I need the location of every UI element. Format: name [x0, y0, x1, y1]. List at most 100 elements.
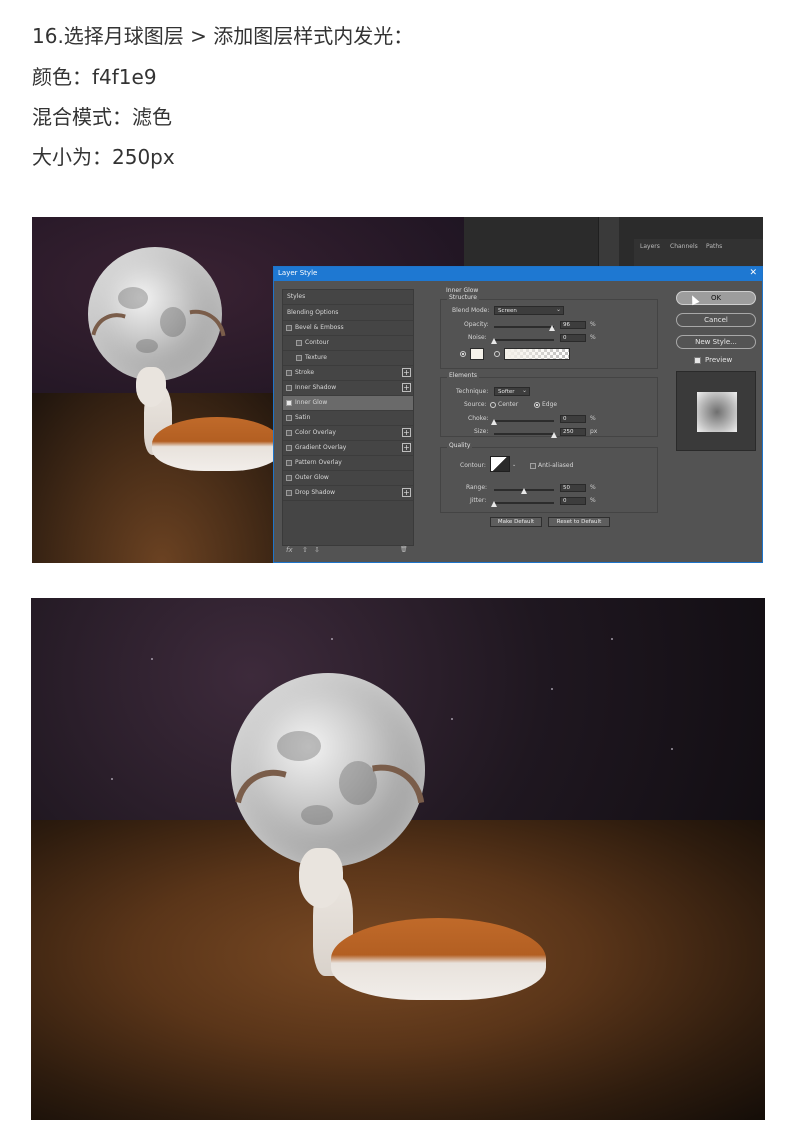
- noise-slider[interactable]: [494, 339, 554, 341]
- style-item-label: Bevel & Emboss: [295, 324, 344, 331]
- source-label: Source:: [464, 401, 487, 408]
- contour-picker[interactable]: [490, 456, 510, 472]
- choke-unit: %: [590, 415, 596, 422]
- gradient-radio[interactable]: [494, 351, 500, 357]
- style-checkbox[interactable]: [286, 475, 292, 481]
- make-default-button[interactable]: Make Default: [490, 517, 542, 527]
- style-checkbox[interactable]: [286, 400, 292, 406]
- style-item[interactable]: Outer Glow: [283, 471, 413, 486]
- style-item-label: Inner Glow: [295, 399, 328, 406]
- style-checkbox[interactable]: [286, 385, 292, 391]
- gradient-swatch[interactable]: [504, 348, 570, 360]
- blend-mode-select[interactable]: Screen: [494, 306, 564, 315]
- style-item[interactable]: Contour: [283, 336, 413, 351]
- range-unit: %: [590, 484, 596, 491]
- style-item[interactable]: Texture: [283, 351, 413, 366]
- style-item-label: Texture: [305, 354, 327, 361]
- technique-select[interactable]: Softer: [494, 387, 530, 396]
- anti-aliased-checkbox[interactable]: [530, 463, 536, 469]
- noise-slider-thumb[interactable]: [491, 338, 497, 344]
- noise-field[interactable]: 0: [560, 334, 586, 342]
- style-checkbox[interactable]: [286, 415, 292, 421]
- styles-header[interactable]: Styles: [283, 290, 413, 305]
- blend-mode-label: Blend Mode:: [452, 307, 490, 314]
- style-item-label: Outer Glow: [295, 474, 329, 481]
- opacity-slider-thumb[interactable]: [548, 325, 555, 331]
- styles-list: Styles Blending Options Bevel & Emboss Con…: [282, 289, 414, 546]
- style-checkbox[interactable]: [286, 460, 292, 466]
- deer-body: [152, 417, 282, 471]
- style-checkbox[interactable]: [286, 370, 292, 376]
- size-instruction: 大小为：250px: [32, 145, 175, 169]
- structure-title: Structure: [447, 294, 479, 301]
- style-preview: [676, 371, 756, 451]
- preview-checkbox[interactable]: [694, 357, 701, 364]
- style-item[interactable]: Pattern Overlay: [283, 456, 413, 471]
- jitter-field[interactable]: 0: [560, 497, 586, 505]
- style-checkbox[interactable]: [296, 340, 302, 346]
- dialog-title: Layer Style: [278, 269, 318, 277]
- source-center-radio[interactable]: [490, 402, 496, 408]
- style-checkbox[interactable]: [286, 430, 292, 436]
- tab-paths[interactable]: Paths: [706, 243, 722, 250]
- style-item[interactable]: Color Overlay +: [283, 426, 413, 441]
- layer-style-dialog: Layer Style ✕ Styles Blending Options Bev…: [273, 266, 763, 563]
- source-edge-radio[interactable]: [534, 402, 540, 408]
- opacity-field[interactable]: 96: [560, 321, 586, 329]
- style-item[interactable]: Inner Glow: [283, 396, 413, 411]
- jitter-label: Jitter:: [470, 497, 487, 504]
- add-icon[interactable]: +: [402, 368, 411, 377]
- fx-bar: fx ⇧ ⇩ 🗑: [282, 546, 412, 558]
- fx-icon[interactable]: fx: [286, 546, 293, 554]
- opacity-slider[interactable]: [494, 326, 554, 328]
- preview-thumbnail: [697, 392, 737, 432]
- preview-label: Preview: [705, 356, 733, 364]
- style-item[interactable]: Gradient Overlay +: [283, 441, 413, 456]
- style-item[interactable]: Satin: [283, 411, 413, 426]
- add-icon[interactable]: +: [402, 443, 411, 452]
- deer-head: [299, 848, 343, 908]
- style-item-label: Color Overlay: [295, 429, 336, 436]
- style-item[interactable]: Stroke +: [283, 366, 413, 381]
- tab-channels[interactable]: Channels: [670, 243, 698, 250]
- style-checkbox[interactable]: [286, 490, 292, 496]
- jitter-slider[interactable]: [494, 502, 554, 504]
- style-item[interactable]: Inner Shadow +: [283, 381, 413, 396]
- dialog-titlebar[interactable]: Layer Style ✕: [274, 267, 762, 281]
- deer-head: [136, 367, 166, 407]
- close-icon[interactable]: ✕: [749, 268, 757, 278]
- range-field[interactable]: 50: [560, 484, 586, 492]
- reset-default-button[interactable]: Reset to Default: [548, 517, 610, 527]
- chevron-down-icon[interactable]: ⌄: [512, 462, 516, 468]
- anti-aliased-label: Anti-aliased: [538, 462, 574, 469]
- size-field[interactable]: 250: [560, 428, 586, 436]
- choke-slider-thumb[interactable]: [491, 419, 497, 425]
- cancel-button[interactable]: Cancel: [676, 313, 756, 327]
- style-checkbox[interactable]: [286, 445, 292, 451]
- trash-icon[interactable]: 🗑: [400, 546, 408, 553]
- size-slider[interactable]: [494, 433, 554, 435]
- move-down-icon[interactable]: ⇩: [314, 546, 320, 554]
- add-icon[interactable]: +: [402, 488, 411, 497]
- style-item[interactable]: Bevel & Emboss: [283, 321, 413, 336]
- tab-layers[interactable]: Layers: [640, 243, 660, 250]
- jitter-slider-thumb[interactable]: [491, 501, 497, 507]
- jitter-unit: %: [590, 497, 596, 504]
- glow-color-swatch[interactable]: [470, 348, 484, 360]
- size-slider-thumb[interactable]: [551, 432, 557, 438]
- range-slider-thumb[interactable]: [521, 488, 527, 494]
- add-icon[interactable]: +: [402, 428, 411, 437]
- solid-color-radio[interactable]: [460, 351, 466, 357]
- choke-field[interactable]: 0: [560, 415, 586, 423]
- color-instruction: 颜色：f4f1e9: [32, 65, 157, 89]
- choke-slider[interactable]: [494, 420, 554, 422]
- style-item[interactable]: Drop Shadow +: [283, 486, 413, 501]
- style-checkbox[interactable]: [286, 325, 292, 331]
- move-up-icon[interactable]: ⇧: [302, 546, 308, 554]
- new-style-button[interactable]: New Style...: [676, 335, 756, 349]
- add-icon[interactable]: +: [402, 383, 411, 392]
- quality-title: Quality: [447, 442, 473, 449]
- style-item[interactable]: Blending Options: [283, 306, 413, 321]
- blend-instruction: 混合模式：滤色: [32, 105, 172, 129]
- style-checkbox[interactable]: [296, 355, 302, 361]
